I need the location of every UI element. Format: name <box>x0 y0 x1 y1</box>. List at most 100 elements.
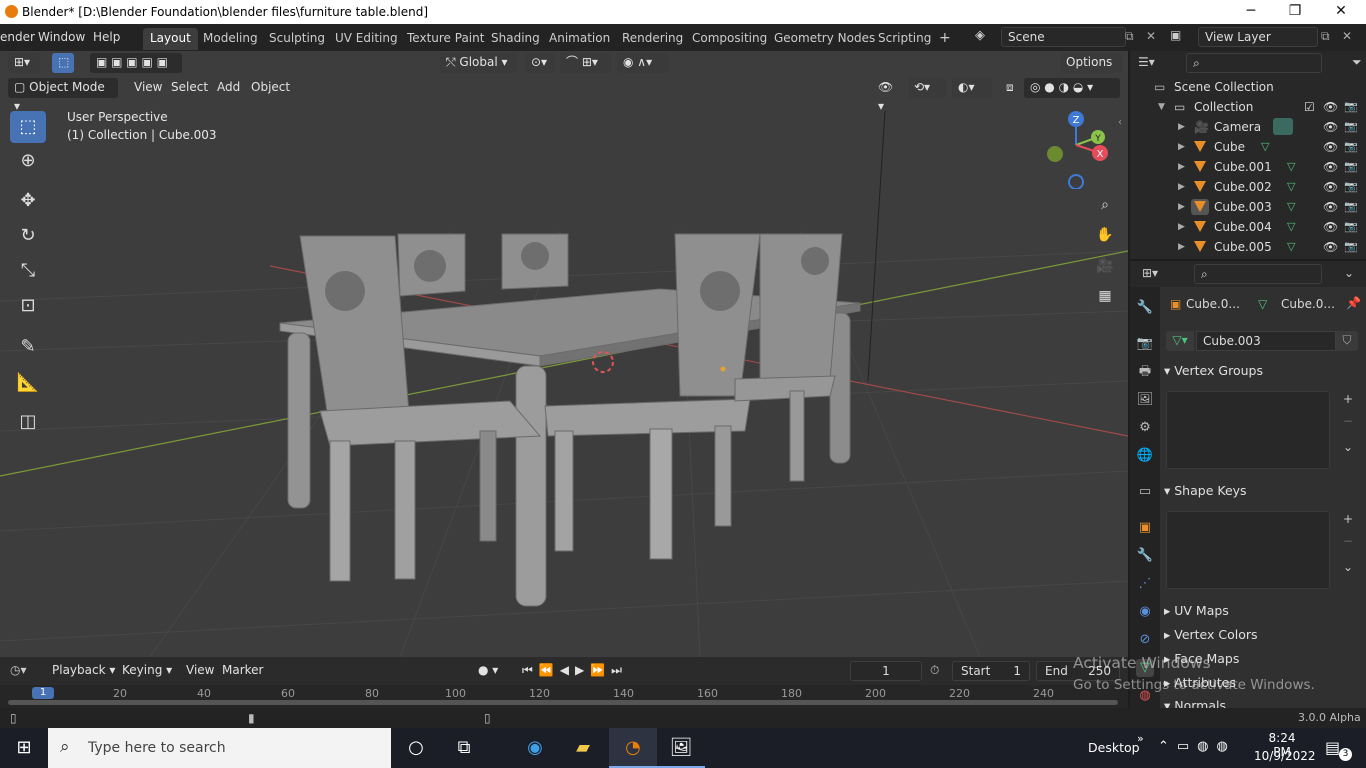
proportional-edit-button[interactable]: ◉ ∧▾ <box>617 53 669 73</box>
render-camera-icon[interactable]: 📷 <box>1344 97 1358 117</box>
expand-arrow-icon[interactable]: ▶ <box>1178 177 1185 197</box>
taskbar-clock-date[interactable]: 10/9/2022 <box>1254 749 1316 763</box>
auto-keying-icon[interactable]: ● ▾ <box>472 661 508 681</box>
output-tab-icon[interactable]: 🖶 <box>1136 363 1154 381</box>
photos-app-icon[interactable]: 🖼 <box>657 728 705 768</box>
viewport-menu-view[interactable]: View <box>128 78 168 98</box>
viewport-menu-object[interactable]: Object <box>245 78 296 98</box>
outliner-row-cube-005[interactable]: ▶ Cube.005 ▽ 👁 📷 <box>1130 237 1366 257</box>
add-vertex-group-button[interactable]: + <box>1338 391 1358 409</box>
expand-arrow-icon[interactable]: ▶ <box>1178 197 1185 217</box>
edge-browser-icon[interactable]: ◉ <box>511 728 559 768</box>
render-tab-icon[interactable]: 📷 <box>1136 335 1154 353</box>
viewport-menu-add[interactable]: Add <box>211 78 246 98</box>
tab-uv-editing[interactable]: UV Editing <box>328 28 405 50</box>
maximize-button[interactable]: ❐ <box>1272 0 1318 24</box>
pan-hand-icon[interactable]: ✋ <box>1093 223 1117 247</box>
gizmo-toggle-icon[interactable]: ⟲▾ <box>908 78 946 98</box>
expand-arrow-icon[interactable]: ▶ <box>1178 137 1185 157</box>
render-camera-icon[interactable]: 📷 <box>1344 197 1358 217</box>
remove-shape-key-button[interactable]: − <box>1338 533 1358 551</box>
fake-user-shield-icon[interactable]: ⛉ <box>1336 331 1358 351</box>
xray-toggle-icon[interactable]: ⧈ <box>1000 78 1020 98</box>
scene-field[interactable]: Scene <box>1001 27 1126 47</box>
add-workspace-button[interactable]: + <box>932 28 958 50</box>
navigation-gizmo[interactable]: Z Y X <box>1040 109 1114 189</box>
current-frame-field[interactable]: 1 <box>850 661 922 681</box>
sidebar-toggle-icon[interactable]: ‹ <box>1118 117 1122 128</box>
camera-data-icon[interactable] <box>1273 118 1293 135</box>
constraints-tab-icon[interactable]: ⊘ <box>1136 631 1154 649</box>
tab-layout[interactable]: Layout <box>143 28 198 50</box>
panel-shape-keys[interactable]: ▾ Shape Keys <box>1164 480 1364 502</box>
add-shape-key-button[interactable]: + <box>1338 511 1358 529</box>
editor-type-button[interactable]: ⊞▾ <box>8 53 40 73</box>
preview-range-clock-icon[interactable]: ⏱ <box>930 663 939 678</box>
minimize-button[interactable]: ─ <box>1228 0 1274 24</box>
collapse-arrow-icon[interactable]: ▼ <box>1158 97 1165 117</box>
view-layer-icon[interactable]: ▣ <box>1170 28 1181 42</box>
expand-arrow-icon[interactable]: ▶ <box>1178 217 1185 237</box>
mesh-data-icon[interactable]: ▽ <box>1287 157 1295 177</box>
expand-arrow-icon[interactable]: ▶ <box>1178 117 1185 137</box>
outliner-row-cube-004[interactable]: ▶ Cube.004 ▽ 👁 📷 <box>1130 217 1366 237</box>
outliner-row-camera[interactable]: ▶ 🎥 Camera 👁 📷 <box>1130 117 1366 137</box>
eye-icon[interactable]: 👁 <box>1323 97 1338 117</box>
outliner-row-cube-002[interactable]: ▶ Cube.002 ▽ 👁 📷 <box>1130 177 1366 197</box>
eye-icon[interactable]: 👁 <box>1323 197 1338 217</box>
camera-view-icon[interactable]: 🎥 <box>1093 254 1117 278</box>
annotate-tool-icon[interactable]: ✎ <box>10 331 46 363</box>
outliner-row-cube-003[interactable]: ▶ Cube.003 ▽ 👁 📷 <box>1130 197 1366 217</box>
particles-tab-icon[interactable]: ⋰ <box>1136 575 1154 593</box>
system-tray-icons[interactable]: ⌃▭◍◍ <box>1158 739 1236 754</box>
tab-scripting[interactable]: Scripting <box>871 28 938 50</box>
eye-icon[interactable]: 👁 <box>1323 157 1338 177</box>
playhead-frame[interactable]: 1 <box>32 687 54 699</box>
panel-normals[interactable]: ▾ Normals <box>1164 695 1364 708</box>
scene-icon[interactable]: ◈ <box>975 28 985 43</box>
tab-geometry-nodes[interactable]: Geometry Nodes <box>767 28 882 50</box>
outliner-row-cube-001[interactable]: ▶ Cube.001 ▽ 👁 📷 <box>1130 157 1366 177</box>
taskbar-search-box[interactable]: ⌕ Type here to search <box>48 728 391 768</box>
copy-view-layer-icon[interactable]: ⧉ <box>1321 29 1330 44</box>
rotate-tool-icon[interactable]: ↻ <box>10 220 46 252</box>
transform-orientation-select[interactable]: ⤲ Global ▾ <box>440 53 518 73</box>
tab-modeling[interactable]: Modeling <box>196 28 265 50</box>
eye-icon[interactable]: 👁 <box>1323 117 1338 137</box>
render-camera-icon[interactable]: 📷 <box>1344 157 1358 177</box>
render-camera-icon[interactable]: 📷 <box>1344 117 1358 137</box>
mesh-browse-icon[interactable]: ▽▾ <box>1166 331 1194 351</box>
tab-animation[interactable]: Animation <box>542 28 617 50</box>
tool-tab-icon[interactable]: 🔧 <box>1136 299 1154 317</box>
object-tab-icon[interactable]: ▣ <box>1136 519 1154 537</box>
mesh-data-icon[interactable]: ▽ <box>1287 197 1295 217</box>
selection-mode-icons[interactable]: ▣ ▣ ▣ ▣ ▣ <box>90 53 182 73</box>
timeline-menu-keying[interactable]: Keying ▾ <box>116 661 178 681</box>
snap-button[interactable]: ⌒ ⊞▾ <box>560 53 612 73</box>
shape-key-menu-icon[interactable]: ⌄ <box>1338 559 1358 577</box>
outliner-search-input[interactable]: ⌕ <box>1186 53 1322 73</box>
timeline-menu-playback[interactable]: Playback ▾ <box>46 661 121 681</box>
transform-tool-icon[interactable]: ⊡ <box>10 290 46 322</box>
expand-arrow-icon[interactable]: ▶ <box>1178 157 1185 177</box>
measure-tool-icon[interactable]: 📐 <box>10 367 46 399</box>
file-explorer-icon[interactable]: ▰ <box>559 728 607 768</box>
timeline-ruler[interactable]: 1 20 40 60 80 100 120 140 160 180 200 22… <box>0 685 1128 708</box>
collection-tab-icon[interactable]: ▭ <box>1136 483 1154 501</box>
properties-search-input[interactable]: ⌕ <box>1194 264 1322 284</box>
mesh-data-icon[interactable]: ▽ <box>1261 137 1269 157</box>
shape-keys-list[interactable] <box>1166 511 1330 589</box>
shading-mode-icons[interactable]: ◎ ● ◑ ◒ ▾ <box>1024 78 1120 98</box>
move-tool-icon[interactable]: ✥ <box>10 185 46 217</box>
blender-taskbar-icon[interactable]: ◔ <box>609 728 657 768</box>
delete-view-layer-icon[interactable]: ✕ <box>1342 29 1352 43</box>
timeline-menu-marker[interactable]: Marker <box>216 661 269 681</box>
mesh-data-icon[interactable]: ▽ <box>1287 217 1295 237</box>
zoom-icon[interactable]: ⌕ <box>1093 193 1117 217</box>
outliner-row-collection[interactable]: ▼ ▭ Collection ☑ 👁 📷 <box>1130 97 1366 117</box>
world-tab-icon[interactable]: 🌐 <box>1136 447 1154 465</box>
add-cube-tool-icon[interactable]: ◫ <box>10 406 46 438</box>
menu-help[interactable]: Help <box>93 30 120 44</box>
visibility-icon[interactable]: 👁▾ <box>872 78 904 113</box>
desktop-toolbar-label[interactable]: Desktop <box>1088 740 1140 755</box>
